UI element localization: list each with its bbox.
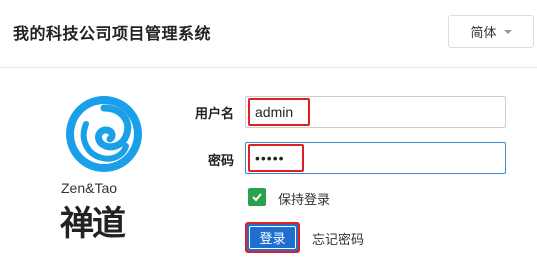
zentao-logo: Zen&Tao 禅道 [58, 94, 154, 244]
username-value[interactable]: admin [248, 98, 310, 126]
chevron-down-icon [503, 29, 512, 34]
logo-brand-text: Zen&Tao [61, 180, 118, 196]
login-button[interactable]: 登录 [249, 226, 296, 249]
keep-login-label: 保持登录 [278, 192, 331, 207]
password-value[interactable]: ••••• [248, 144, 304, 172]
swirl-logo-icon [66, 96, 142, 172]
app-title: 我的科技公司项目管理系统 [13, 26, 212, 43]
username-field[interactable]: admin [245, 96, 506, 128]
language-label: 简体 [470, 25, 497, 40]
password-field[interactable]: ••••• [245, 142, 506, 174]
username-label: 用户名 [194, 106, 234, 121]
forgot-password-link[interactable]: 忘记密码 [312, 229, 364, 248]
login-button-frame: 登录 [245, 222, 300, 253]
logo-chinese-text: 禅道 [60, 204, 126, 244]
keep-login-checkbox[interactable] [248, 188, 266, 206]
header-bar: 我的科技公司项目管理系统 简体 [0, 0, 537, 68]
language-select-button[interactable]: 简体 [448, 15, 534, 48]
password-label: 密码 [207, 153, 234, 168]
checkmark-icon [252, 193, 262, 202]
